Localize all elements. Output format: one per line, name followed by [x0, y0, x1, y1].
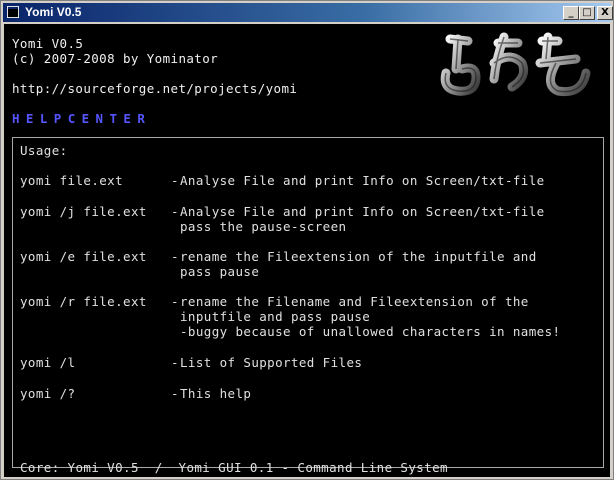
usage-command: yomi /?	[20, 386, 76, 401]
separator-dash: -	[171, 173, 179, 188]
core-version-footer: Core: Yomi V0.5 / Yomi GUI 0.1 - Command…	[20, 460, 448, 475]
window-title: Yomi V0.5	[25, 5, 82, 19]
separator-dash: -	[171, 386, 179, 401]
usage-description: inputfile and pass pause	[180, 309, 371, 324]
usage-command: yomi /e file.ext	[20, 249, 147, 264]
usage-label: Usage:	[20, 143, 68, 158]
usage-description: rename the Fileextension of the inputfil…	[180, 249, 537, 264]
maximize-button[interactable]: □	[579, 6, 595, 20]
separator-dash: -	[171, 355, 179, 370]
usage-description: Analyse File and print Info on Screen/tx…	[180, 204, 545, 219]
separator-dash: -	[171, 294, 179, 309]
app-version: Yomi V0.5	[12, 36, 84, 51]
separator-dash: -	[171, 204, 179, 219]
project-url: http://sourceforge.net/projects/yomi	[12, 81, 298, 96]
usage-description: pass the pause-screen	[180, 219, 347, 234]
usage-command: yomi /l	[20, 355, 76, 370]
usage-description: rename the Filename and Fileextension of…	[180, 294, 529, 309]
console-window: Yomi V0.5 _ □ X Yomi V0.5 (c) 2007-2008 …	[0, 0, 614, 480]
usage-command: yomi /j file.ext	[20, 204, 147, 219]
usage-description: This help	[180, 386, 252, 401]
usage-description: -buggy because of unallowed characters i…	[180, 324, 561, 339]
usage-command: yomi /r file.ext	[20, 294, 147, 309]
help-panel: Usage: yomi file.ext - Analyse File and …	[12, 137, 604, 475]
usage-description: pass pause	[180, 264, 260, 279]
close-button[interactable]: X	[597, 6, 613, 20]
minimize-button[interactable]: _	[563, 6, 579, 20]
usage-description: Analyse File and print Info on Screen/tx…	[180, 173, 545, 188]
title-bar[interactable]: Yomi V0.5 _ □ X	[3, 3, 613, 22]
console-area[interactable]: Yomi V0.5 (c) 2007-2008 by Yominator htt…	[4, 24, 610, 477]
yomi-logo-icon	[440, 32, 591, 97]
separator-dash: -	[171, 249, 179, 264]
console-app-icon	[7, 6, 19, 18]
usage-description: List of Supported Files	[180, 355, 363, 370]
copyright: (c) 2007-2008 by Yominator	[12, 51, 219, 66]
section-heading: HELPCENTER	[12, 111, 152, 126]
usage-command: yomi file.ext	[20, 173, 124, 188]
